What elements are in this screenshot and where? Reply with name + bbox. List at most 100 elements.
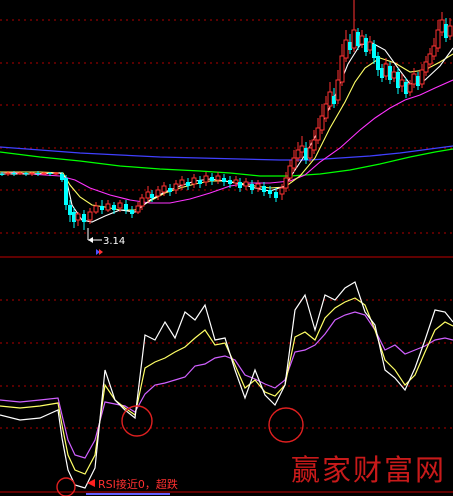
rsi-magenta-line: [0, 311, 453, 459]
candle-body: [179, 179, 185, 186]
candle-body: [222, 178, 226, 182]
candle-body: [348, 42, 352, 50]
candle-body: [41, 172, 47, 175]
candle-body: [279, 187, 285, 195]
candle-body: [262, 186, 266, 192]
candle-body: [287, 165, 293, 179]
candle-body: [404, 82, 408, 94]
candle-body: [283, 177, 289, 189]
candle-body: [268, 190, 272, 194]
candle-body: [105, 203, 111, 211]
candle-body: [150, 194, 154, 198]
ma-green-line: [0, 148, 453, 177]
candle-body: [168, 188, 172, 192]
candle-body: [124, 204, 128, 210]
candle-body: [323, 103, 329, 119]
candle-body: [250, 184, 254, 190]
candle-body: [388, 66, 392, 80]
rsi-grid: [0, 299, 453, 429]
candle-body: [311, 139, 317, 151]
candle-body: [64, 178, 68, 205]
candle-body: [238, 182, 242, 188]
candle-body: [376, 56, 380, 70]
candle-body: [72, 212, 76, 222]
candle-body: [191, 177, 197, 185]
candle-body: [416, 76, 420, 86]
candle-body: [399, 79, 405, 87]
candle-body: [155, 189, 161, 197]
candle-body: [215, 175, 221, 181]
candle-body: [407, 83, 413, 93]
candle-body: [291, 157, 297, 169]
candle-body: [335, 79, 341, 101]
candle-body: [364, 38, 368, 52]
candle-body: [48, 173, 52, 174]
candle-body: [17, 172, 23, 175]
candle-body: [396, 72, 400, 88]
candle-body: [145, 191, 151, 199]
candle-body: [439, 19, 445, 33]
candle-body: [367, 41, 373, 51]
candle-body: [372, 44, 376, 58]
candle-body: [139, 197, 145, 207]
candle-body: [423, 61, 429, 73]
candle-body: [117, 202, 123, 209]
candle-body: [299, 145, 305, 153]
candlestick-series[interactable]: [0, 0, 453, 230]
candle-body: [210, 177, 214, 181]
candle-body: [53, 172, 59, 175]
candle-body: [332, 96, 336, 104]
candle-body: [75, 213, 81, 221]
candle-body: [233, 179, 239, 184]
candle-body: [186, 182, 190, 186]
candle-body: [411, 73, 417, 85]
candle-body: [161, 185, 167, 193]
candle-body: [68, 205, 72, 215]
annotation-arrow-icon: [87, 479, 95, 487]
candle-body: [100, 206, 104, 210]
candle-body: [435, 29, 441, 49]
candle-body: [383, 63, 389, 77]
candle-body: [307, 147, 313, 159]
candle-body: [380, 68, 384, 78]
watermark-logo: 赢家财富网: [291, 453, 446, 487]
candle-body: [12, 173, 16, 174]
candle-body: [431, 45, 437, 57]
candle-body: [82, 214, 86, 222]
candle-body: [447, 25, 453, 37]
candle-body: [255, 183, 261, 189]
candle-body: [93, 205, 99, 213]
candle-body: [0, 174, 4, 175]
candle-body: [130, 210, 134, 214]
stock-chart-canvas[interactable]: 3.14 RSI接近0，超跌 赢家财富网: [0, 0, 453, 496]
candle-body: [339, 55, 345, 83]
candle-body: [60, 174, 64, 180]
candle-body: [243, 181, 249, 187]
stock-chart-window: 3.14 RSI接近0，超跌 赢家财富网: [0, 0, 453, 496]
candle-body: [295, 149, 301, 159]
candle-body: [87, 211, 93, 221]
candle-body: [24, 173, 28, 174]
signal-arrows-icon: [96, 249, 103, 255]
candle-body: [228, 180, 232, 184]
candle-body: [351, 29, 357, 49]
candle-body: [304, 148, 308, 160]
candle-body: [198, 180, 202, 184]
candle-body: [315, 127, 321, 141]
candle-body: [36, 173, 40, 174]
candle-body: [5, 172, 11, 175]
rsi-annotation-text: RSI接近0，超跌: [98, 477, 178, 491]
candle-body: [427, 53, 433, 65]
candle-body: [359, 35, 365, 45]
candle-body: [135, 205, 141, 213]
candle-body: [319, 115, 325, 131]
low-price-marker: 3.14: [87, 228, 125, 247]
candle-body: [327, 91, 333, 107]
candle-body: [419, 69, 425, 85]
low-price-label: 3.14: [103, 236, 125, 247]
candle-body: [29, 172, 35, 175]
candle-body: [444, 24, 448, 38]
candle-body: [356, 32, 360, 46]
candle-body: [274, 192, 278, 198]
candle-body: [203, 175, 209, 183]
